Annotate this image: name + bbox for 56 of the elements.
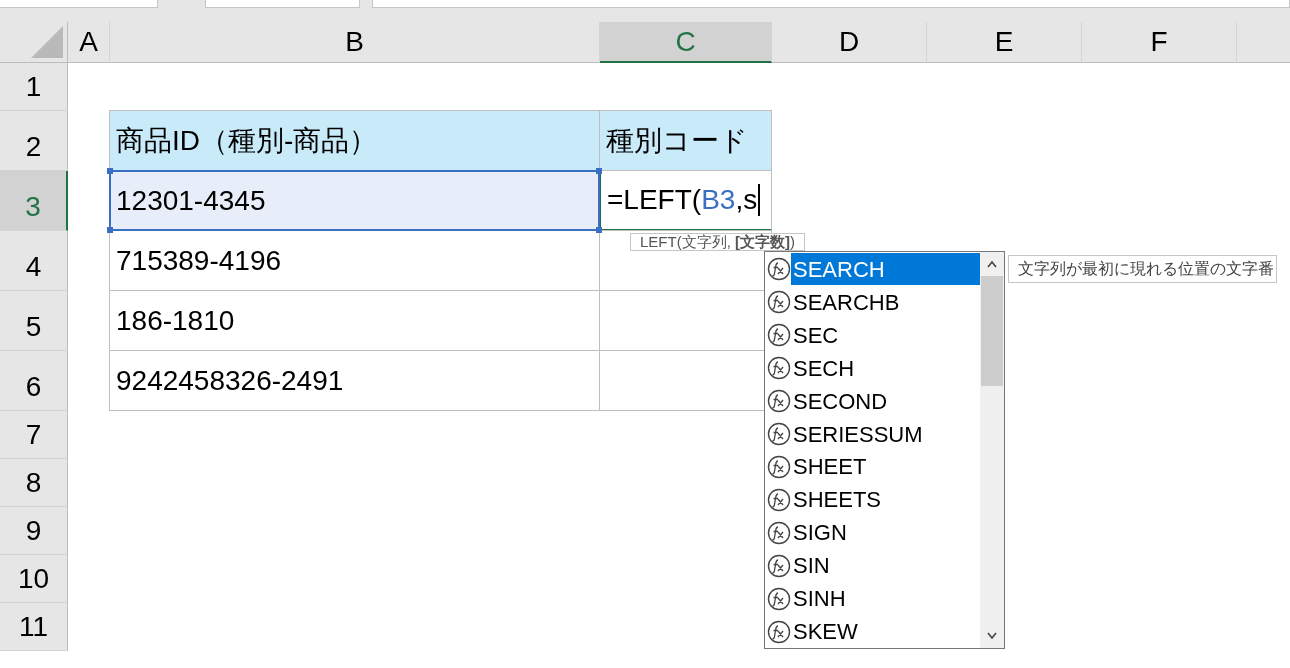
column-header[interactable] xyxy=(1237,22,1290,63)
function-icon xyxy=(767,553,791,578)
function-icon xyxy=(767,290,791,315)
function-suggestion[interactable]: SIN xyxy=(767,549,980,583)
formula-input[interactable]: =LEFT(B3,s xyxy=(599,170,772,231)
function-suggestion[interactable]: SECOND xyxy=(767,384,980,418)
function-suggestion[interactable]: SEC xyxy=(767,318,980,352)
column-header[interactable]: D xyxy=(772,22,927,63)
column-header[interactable]: F xyxy=(1082,22,1237,63)
row-header[interactable]: 6 xyxy=(0,351,68,411)
function-suggestion[interactable]: SEARCHB xyxy=(767,285,980,319)
row-header[interactable]: 7 xyxy=(0,411,68,459)
function-suggestion[interactable]: SERIESSUM xyxy=(767,417,980,451)
selection-handle[interactable] xyxy=(596,227,602,233)
function-suggestion[interactable]: SHEET xyxy=(767,450,980,484)
function-icon xyxy=(767,455,791,479)
row-header[interactable]: 10 xyxy=(0,555,68,603)
row-header[interactable]: 5 xyxy=(0,291,68,351)
selection-handle[interactable] xyxy=(107,227,113,233)
scrollbar[interactable] xyxy=(980,252,1004,648)
function-icon xyxy=(767,422,791,447)
function-suggestion[interactable]: SECH xyxy=(767,351,980,385)
function-icon xyxy=(767,356,791,381)
function-icon xyxy=(767,619,791,644)
scrollbar-thumb[interactable] xyxy=(981,276,1003,386)
row-header[interactable]: 4 xyxy=(0,231,68,291)
table-cell[interactable]: 12301-4345 xyxy=(109,170,600,231)
select-all-corner[interactable] xyxy=(0,22,68,63)
function-icon xyxy=(767,389,791,414)
column-header[interactable]: B xyxy=(110,22,600,63)
corner-triangle-icon xyxy=(31,26,63,58)
function-icon xyxy=(767,257,791,282)
selection-handle[interactable] xyxy=(107,168,113,174)
function-icon xyxy=(767,520,791,545)
syntax-tooltip: LEFT(文字列, [文字数]) xyxy=(630,233,805,251)
row-header[interactable]: 11 xyxy=(0,603,68,651)
function-icon xyxy=(767,487,791,512)
function-suggestion[interactable]: SHEETS xyxy=(767,483,980,517)
table-cell[interactable]: 9242458326-2491 xyxy=(109,350,600,411)
function-suggestion[interactable]: SIGN xyxy=(767,516,980,550)
row-header[interactable]: 2 xyxy=(0,111,68,171)
function-icon xyxy=(767,586,791,611)
table-header-cell: 種別コード xyxy=(599,110,772,171)
function-suggestion[interactable]: SINH xyxy=(767,582,980,616)
table-header-cell: 商品ID（種別-商品） xyxy=(109,110,600,171)
row-header[interactable]: 8 xyxy=(0,459,68,507)
function-icon xyxy=(767,323,791,348)
column-header[interactable]: C xyxy=(600,22,772,63)
function-description-tooltip: 文字列が最初に現れる位置の文字番 xyxy=(1008,255,1277,283)
selection-handle[interactable] xyxy=(596,168,602,174)
column-header[interactable]: E xyxy=(927,22,1082,63)
function-suggestion[interactable]: SKEW xyxy=(767,615,980,649)
row-header[interactable]: 3 xyxy=(0,171,68,231)
row-header[interactable]: 9 xyxy=(0,507,68,555)
column-header[interactable]: A xyxy=(68,22,110,63)
row-header[interactable]: 1 xyxy=(0,63,68,111)
